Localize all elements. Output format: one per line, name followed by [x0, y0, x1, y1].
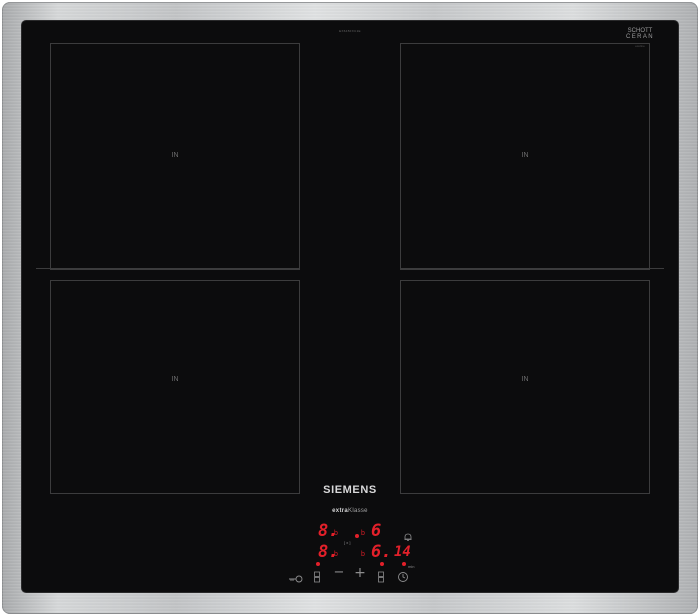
flex-zone-divider-left: [36, 268, 300, 269]
cooking-zone-left-bottom[interactable]: IN: [50, 280, 300, 494]
zone-label: IN: [521, 376, 529, 383]
zone-label: IN: [521, 152, 529, 159]
plus-button[interactable]: +: [353, 566, 367, 580]
zone-indicator-dot: [402, 562, 406, 566]
zone-indicator-dot: [355, 534, 359, 538]
zone-indicator-dot: [380, 562, 384, 566]
key-lock-icon[interactable]: [288, 569, 304, 583]
cooking-zone-right-top[interactable]: IN: [400, 43, 650, 270]
glass-cooktop: EX645FXC1E SCHOTT CERAN ecoline IN IN IN…: [22, 21, 678, 592]
flex-indicator: [ x ]: [344, 540, 351, 545]
boost-indicator: b: [334, 530, 338, 537]
cooking-zone-right-bottom[interactable]: IN: [400, 280, 650, 494]
model-code: EX645FXC1E: [339, 29, 361, 33]
bell-icon[interactable]: [402, 527, 414, 541]
timer-display: 14: [394, 544, 411, 560]
boost-indicator: b: [361, 530, 365, 537]
schott-ceran-logo: SCHOTT CERAN: [625, 28, 654, 40]
boost-indicator: b: [361, 551, 365, 558]
power-level-display-right-top: 6: [371, 521, 382, 541]
brand-logo: SIEMENS: [323, 484, 377, 496]
zone-select-left[interactable]: [313, 568, 321, 583]
minus-button[interactable]: −: [332, 566, 346, 580]
zone-indicator-dot: [316, 562, 320, 566]
flex-zone-divider-right: [400, 268, 664, 269]
clock-icon[interactable]: [397, 568, 409, 582]
product-line-label: extraKlasse: [332, 508, 368, 514]
power-level-display-right-bottom: 6.: [371, 542, 392, 562]
boost-indicator: b: [334, 551, 338, 558]
zone-select-right[interactable]: [377, 568, 385, 583]
zone-label: IN: [171, 376, 179, 383]
cooking-zone-front-left-top[interactable]: IN: [50, 43, 300, 270]
zone-label: IN: [171, 152, 179, 159]
